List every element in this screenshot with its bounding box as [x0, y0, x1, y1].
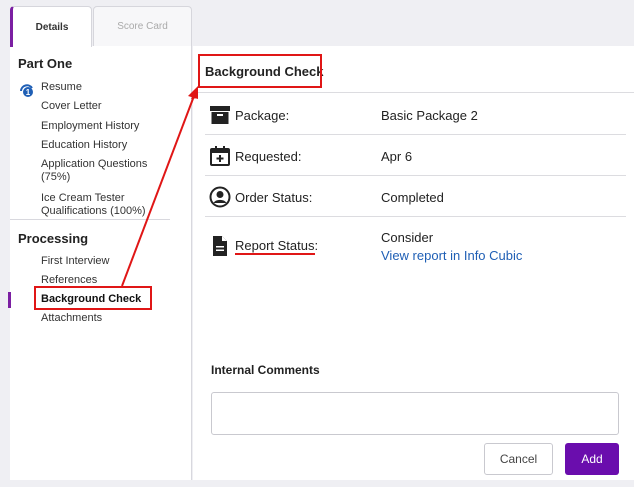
section-title-part-one: Part One	[18, 56, 73, 71]
tab-details[interactable]: Details	[10, 6, 92, 47]
sidebar: Part One 1 Resume Cover Letter Employmen…	[8, 46, 192, 480]
document-icon	[213, 236, 227, 256]
main-panel: Background Check Package: Basic Package …	[193, 46, 634, 480]
sidebar-item-employment-history[interactable]: Employment History	[41, 120, 186, 133]
svg-text:1: 1	[26, 88, 31, 97]
sidebar-item-attachments[interactable]: Attachments	[41, 312, 186, 325]
tab-score-card[interactable]: Score Card	[93, 6, 192, 46]
sidebar-item-cover-letter[interactable]: Cover Letter	[41, 100, 186, 113]
resume-status-icon: 1	[20, 84, 33, 97]
view-report-link[interactable]: View report in Info Cubic	[381, 248, 522, 263]
report-status-value: Consider	[381, 230, 434, 245]
sidebar-item-first-interview[interactable]: First Interview	[41, 255, 186, 268]
sidebar-item-education-history[interactable]: Education History	[41, 139, 186, 152]
row-divider	[205, 216, 626, 217]
add-button[interactable]: Add	[565, 443, 619, 475]
row-divider	[205, 134, 626, 135]
package-label: Package:	[235, 108, 290, 123]
user-circle-icon	[209, 186, 231, 208]
calendar-plus-icon	[210, 146, 230, 166]
report-status-label: Report Status:	[235, 238, 319, 253]
order-status-value: Completed	[381, 190, 444, 205]
internal-comments-input[interactable]	[211, 392, 619, 435]
sidebar-item-ice-cream-tester-qualifications[interactable]: Ice Cream Tester Qualifications (100%)	[41, 192, 156, 218]
order-status-label: Order Status:	[235, 190, 313, 205]
internal-comments-label: Internal Comments	[211, 363, 320, 377]
sidebar-divider	[10, 219, 170, 220]
requested-label: Requested:	[235, 149, 302, 164]
cancel-button[interactable]: Cancel	[484, 443, 553, 475]
archive-box-icon	[210, 106, 230, 124]
active-indicator	[8, 292, 11, 308]
title-divider	[193, 92, 634, 93]
row-divider	[205, 175, 626, 176]
section-title-processing: Processing	[18, 231, 89, 246]
sidebar-item-application-questions[interactable]: Application Questions (75%)	[41, 158, 161, 184]
package-value: Basic Package 2	[381, 108, 478, 123]
annotation-underline	[235, 253, 315, 255]
annotation-title-box	[198, 54, 322, 88]
requested-value: Apr 6	[381, 149, 413, 164]
annotation-highlight-box	[34, 286, 152, 310]
sidebar-item-resume[interactable]: Resume	[41, 81, 186, 94]
